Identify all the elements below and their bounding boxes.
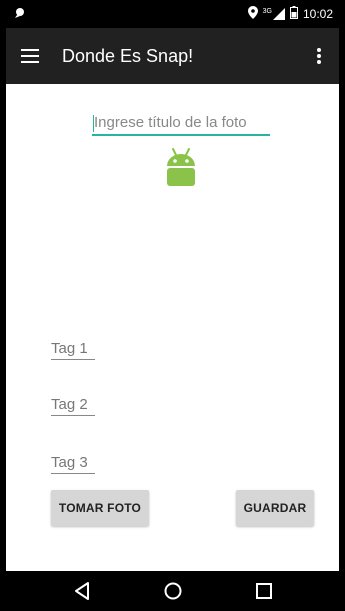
more-vert-icon[interactable] <box>309 44 329 68</box>
save-button[interactable]: GUARDAR <box>236 490 314 526</box>
status-bar: 3G 10:02 <box>6 0 339 28</box>
network-type-label: 3G <box>262 8 272 15</box>
app-title: Donde Es Snap! <box>62 45 194 66</box>
status-time: 10:02 <box>302 7 333 21</box>
signal-icon: 3G <box>263 8 285 20</box>
phone-screen: 3G 10:02 Donde Es Snap! Ingrese título d… <box>0 0 345 611</box>
status-icons: 3G 10:02 <box>247 6 333 22</box>
text-cursor <box>93 115 94 132</box>
app-bar: Donde Es Snap! <box>6 28 339 84</box>
back-icon[interactable] <box>67 576 97 606</box>
home-icon[interactable] <box>158 576 188 606</box>
tag-3-input[interactable] <box>51 452 95 474</box>
take-photo-button[interactable]: TOMAR FOTO <box>51 490 149 526</box>
notification-icon <box>14 7 28 22</box>
battery-icon <box>289 6 298 22</box>
recents-icon[interactable] <box>249 576 279 606</box>
photo-preview-image <box>161 146 201 190</box>
hamburger-menu-icon[interactable] <box>18 44 42 68</box>
tag-2-input[interactable] <box>51 394 95 416</box>
navigation-bar <box>6 571 339 611</box>
android-robot-icon <box>167 148 195 186</box>
location-icon <box>247 6 258 22</box>
photo-title-input[interactable] <box>92 112 270 136</box>
main-content: TOMAR FOTO GUARDAR <box>6 84 339 571</box>
tag-1-input[interactable] <box>51 338 95 360</box>
